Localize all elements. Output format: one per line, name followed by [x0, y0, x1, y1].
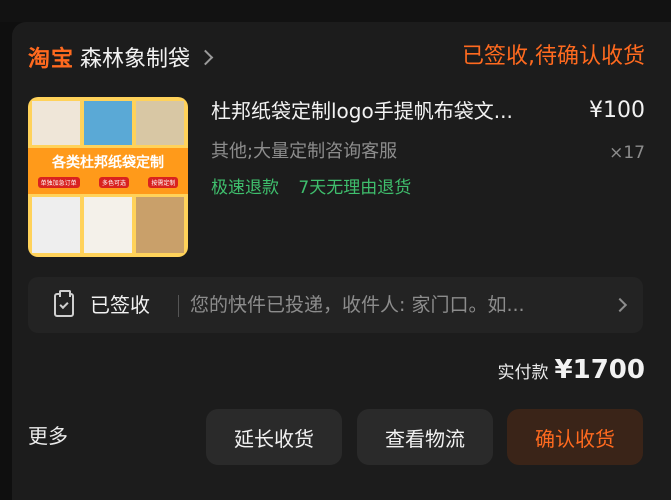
taobao-logo: 淘宝	[28, 47, 75, 72]
logistics-status: 已签收	[90, 293, 150, 317]
bag-photo	[136, 101, 184, 145]
divider	[178, 295, 179, 317]
payment-label: 实付款	[497, 363, 549, 383]
clipboard-check-icon	[54, 290, 74, 317]
product-spec: 其他;大量定制咨询客服	[211, 141, 398, 162]
payment-total: 实付款 ¥1700	[498, 355, 645, 385]
shop-header[interactable]: 淘宝 森林象制袋	[28, 41, 214, 73]
bag-photo	[136, 197, 184, 253]
service-perks: 极速退款 7天无理由退货	[211, 175, 411, 201]
thumbnail-tag: 按需定制	[148, 177, 179, 188]
logistics-message: 您的快件已投递，收件人: 家门口。如...	[190, 294, 525, 316]
order-card[interactable]: 淘宝 森林象制袋 已签收,待确认收货 各类杜邦纸袋定制 单独加急订单 多色可选 …	[12, 22, 671, 500]
perk-7day-return: 7天无理由退货	[298, 178, 412, 198]
chevron-right-icon	[612, 297, 628, 313]
thumbnail-tags: 单独加急订单 多色可选 按需定制	[28, 177, 188, 188]
top-strip	[0, 0, 671, 22]
thumbnail-banner-text: 各类杜邦纸袋定制	[52, 155, 164, 171]
more-button[interactable]: 更多	[28, 420, 68, 452]
logistics-bar[interactable]: 已签收 您的快件已投递，收件人: 家门口。如...	[28, 277, 643, 333]
bag-photo	[84, 101, 132, 145]
view-logistics-button[interactable]: 查看物流	[357, 409, 493, 465]
confirm-receipt-button[interactable]: 确认收货	[507, 409, 643, 465]
bag-photo	[32, 197, 80, 253]
order-status: 已签收,待确认收货	[462, 44, 645, 69]
shop-name[interactable]: 森林象制袋	[80, 41, 190, 73]
thumbnail-tag: 单独加急订单	[37, 177, 80, 188]
bag-photo	[84, 197, 132, 253]
product-quantity: ×17	[609, 143, 645, 163]
product-price: ¥100	[589, 98, 645, 123]
product-thumbnail[interactable]: 各类杜邦纸袋定制 单独加急订单 多色可选 按需定制	[28, 97, 188, 257]
product-title[interactable]: 杜邦纸袋定制logo手提帆布袋文...	[211, 96, 571, 126]
extend-receipt-button[interactable]: 延长收货	[206, 409, 342, 465]
payment-amount: ¥1700	[554, 355, 645, 385]
chevron-right-icon	[197, 49, 214, 65]
perk-fast-refund: 极速退款	[211, 178, 279, 198]
bag-photo	[32, 101, 80, 145]
thumbnail-tag: 多色可选	[98, 177, 129, 188]
